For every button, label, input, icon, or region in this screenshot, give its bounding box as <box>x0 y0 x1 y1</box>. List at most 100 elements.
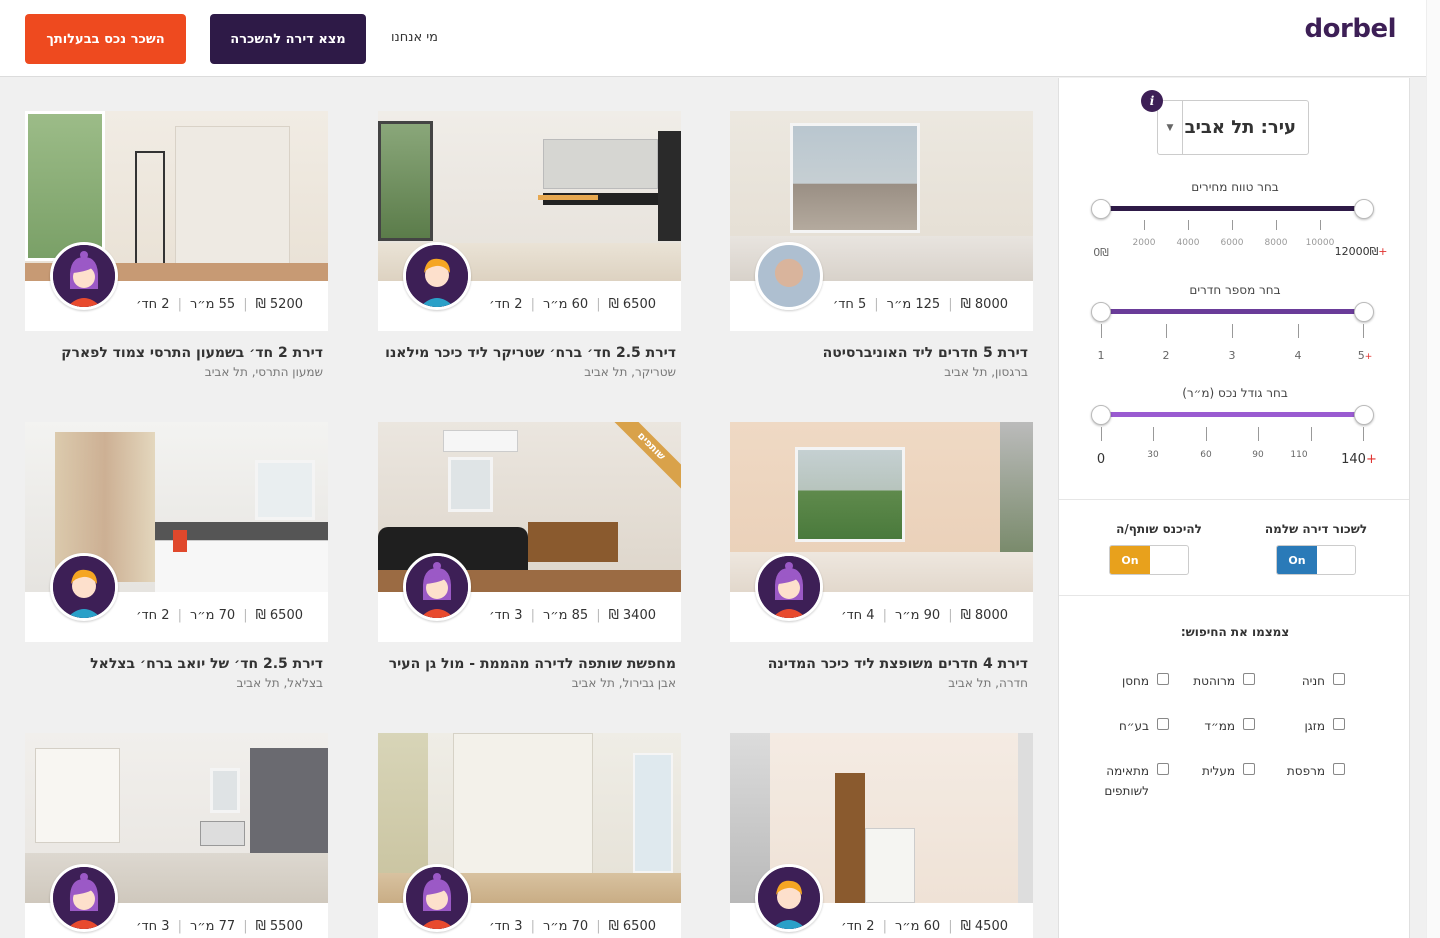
listing-size: 60 מ״ר <box>542 297 589 312</box>
size-tick <box>1101 427 1102 441</box>
boy-avatar[interactable] <box>50 553 118 621</box>
listing-card[interactable]: 8000 ₪|125 מ״ר|5 חד׳ דירת 5 חדרים ליד הא… <box>730 111 1033 379</box>
listing-title[interactable]: דירת 5 חדרים ליד האוניברסיטה <box>730 345 1033 361</box>
listing-title[interactable]: דירת 2.5 חד׳ ברח׳ שטריקר ליד כיכר מילאנו <box>378 345 681 361</box>
listing-card[interactable]: 6500 ₪|60 מ״ר|2 חד׳ דירת 2.5 חד׳ ברח׳ שט… <box>378 111 681 379</box>
listing-card[interactable]: 8000 ₪|90 מ״ר|4 חד׳ דירת 4 חדרים משופצת … <box>730 422 1033 690</box>
listing-rooms: 2 חד׳ <box>489 297 523 312</box>
checkbox-elevator[interactable]: מעלית <box>1202 761 1255 781</box>
listing-rooms: 2 חד׳ <box>136 297 170 312</box>
listing-title[interactable]: דירת 2.5 חד׳ של יואב ברח׳ בצלאל <box>25 656 328 672</box>
size-tick-label: 30 <box>1147 450 1159 460</box>
girl-avatar-icon <box>53 867 115 929</box>
listing-size: 77 מ״ר <box>189 919 236 934</box>
listing-rooms: 4 חד׳ <box>841 608 875 623</box>
dorbel-logo[interactable]: dorbel <box>1305 14 1397 44</box>
listing-price: 8000 ₪ <box>960 608 1008 623</box>
size-tick-label: 60 <box>1200 450 1212 460</box>
listing-stats: 8000 ₪|125 מ״ר|5 חד׳ <box>832 297 1008 312</box>
rooms-max-handle[interactable] <box>1354 302 1374 322</box>
listing-title[interactable]: מחפשת שותפה לדירה מהממת - מול גן העיר <box>378 656 681 672</box>
listing-rooms: 3 חד׳ <box>136 919 170 934</box>
rooms-tick <box>1232 324 1233 338</box>
whole-apartment-toggle[interactable]: On <box>1276 545 1356 575</box>
listing-card[interactable]: 5200 ₪|55 מ״ר|2 חד׳ דירת 2 חד׳ בשמעון הת… <box>25 111 328 379</box>
checkbox-box[interactable] <box>1157 763 1169 775</box>
listing-card[interactable]: 6500 ₪|70 מ״ר|3 חד׳ <box>378 733 681 938</box>
price-max-handle[interactable] <box>1354 199 1374 219</box>
girl-avatar[interactable] <box>50 242 118 310</box>
boy-avatar[interactable] <box>403 242 471 310</box>
about-link[interactable]: מי אנחנו <box>391 30 438 45</box>
boy-avatar[interactable] <box>755 864 823 932</box>
checkbox-box[interactable] <box>1333 718 1345 730</box>
price-max-label: 12000₪+ <box>1334 245 1388 258</box>
price-range-track[interactable] <box>1100 206 1364 211</box>
listing-price: 3400 ₪ <box>608 608 656 623</box>
listing-price: 6500 ₪ <box>608 919 656 934</box>
size-range-title: בחר גודל נכס (מ״ר) <box>1182 386 1288 400</box>
find-apartment-button[interactable]: מצא דירה להשכרה <box>210 14 366 64</box>
checkbox-box[interactable] <box>1243 673 1255 685</box>
photo-avatar[interactable] <box>755 242 823 310</box>
checkbox-safe-room[interactable]: ממ״ד <box>1204 716 1255 736</box>
listing-rooms: 2 חד׳ <box>136 608 170 623</box>
girl-avatar[interactable] <box>403 864 471 932</box>
listing-size: 90 מ״ר <box>894 608 941 623</box>
rooms-min-handle[interactable] <box>1091 302 1111 322</box>
rooms-range-track[interactable] <box>1100 309 1364 314</box>
checkbox-box[interactable] <box>1243 763 1255 775</box>
page-scrollbar[interactable] <box>1426 0 1440 938</box>
listing-card[interactable]: 5500 ₪|77 מ״ר|3 חד׳ <box>25 733 328 938</box>
size-range-track[interactable] <box>1100 412 1364 417</box>
girl-avatar-icon <box>406 867 468 929</box>
checkbox-box[interactable] <box>1157 673 1169 685</box>
rooms-tick-label: 4 <box>1294 349 1302 362</box>
checkbox-box[interactable] <box>1333 763 1345 775</box>
listing-title[interactable]: דירת 2 חד׳ בשמעון התרסי צמוד לפארק <box>25 345 328 361</box>
listing-price: 6500 ₪ <box>255 608 303 623</box>
checkbox-aircon[interactable]: מזגן <box>1304 716 1345 736</box>
girl-avatar[interactable] <box>755 553 823 621</box>
listing-card[interactable]: 6500 ₪|70 מ״ר|2 חד׳ דירת 2.5 חד׳ של יואב… <box>25 422 328 690</box>
boy-avatar-icon <box>406 245 468 307</box>
listing-size: 85 מ״ר <box>542 608 589 623</box>
checkbox-roommates[interactable]: מתאימה לשותפים <box>1099 761 1169 801</box>
checkbox-storage[interactable]: מחסן <box>1122 671 1169 691</box>
sidebar-divider <box>1059 595 1409 596</box>
info-icon[interactable]: i <box>1141 90 1163 112</box>
price-min-handle[interactable] <box>1091 199 1111 219</box>
girl-avatar-icon <box>758 556 820 618</box>
price-tick <box>1276 220 1277 230</box>
rooms-tick <box>1166 324 1167 338</box>
size-tick <box>1258 427 1259 441</box>
checkbox-box[interactable] <box>1333 673 1345 685</box>
listing-location: ברגסון, תל אביב <box>944 365 1028 379</box>
listing-size: 125 מ״ר <box>886 297 941 312</box>
rooms-tick <box>1363 324 1364 338</box>
size-tick <box>1153 427 1154 441</box>
checkbox-pets[interactable]: בע״ח <box>1119 716 1169 736</box>
checkbox-parking[interactable]: חניה <box>1302 671 1345 691</box>
price-range-title: בחר טווח מחירים <box>1191 180 1279 194</box>
checkbox-furnished[interactable]: מרוהטת <box>1193 671 1255 691</box>
listing-rooms: 2 חד׳ <box>841 919 875 934</box>
listing-card[interactable]: שותפים 3400 ₪|85 מ״ר|3 חד׳ מחפשת שותפה ל… <box>378 422 681 690</box>
chevron-down-icon[interactable]: ▼ <box>1158 101 1183 154</box>
checkbox-box[interactable] <box>1243 718 1255 730</box>
listing-price: 4500 ₪ <box>960 919 1008 934</box>
size-min-handle[interactable] <box>1091 405 1111 425</box>
price-min-label: 0₪ <box>1093 246 1109 259</box>
price-tick <box>1232 220 1233 230</box>
size-max-handle[interactable] <box>1354 405 1374 425</box>
size-max-label: 140+ <box>1341 452 1377 467</box>
checkbox-box[interactable] <box>1157 718 1169 730</box>
list-property-button[interactable]: השכר נכס בבעלותך <box>25 14 186 64</box>
city-dropdown[interactable]: ▼ עיר: תל אביב <box>1157 100 1309 155</box>
roommate-toggle[interactable]: On <box>1109 545 1189 575</box>
girl-avatar[interactable] <box>50 864 118 932</box>
listing-card[interactable]: 4500 ₪|60 מ״ר|2 חד׳ <box>730 733 1033 938</box>
girl-avatar[interactable] <box>403 553 471 621</box>
checkbox-balcony[interactable]: מרפסת <box>1287 761 1345 781</box>
listing-title[interactable]: דירת 4 חדרים משופצת ליד כיכר המדינה <box>730 656 1033 672</box>
